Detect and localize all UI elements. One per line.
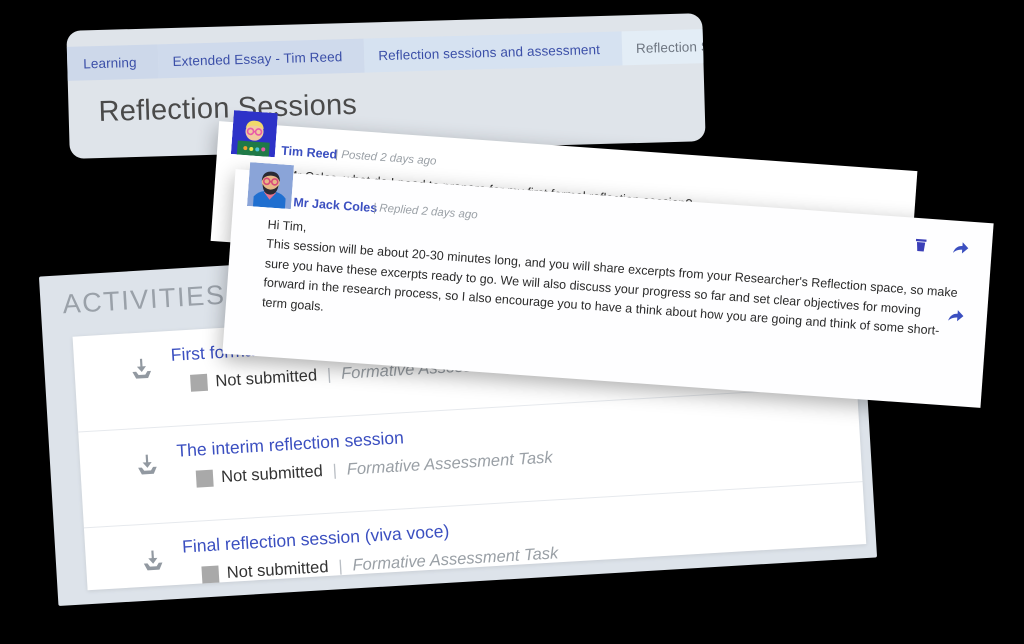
download-icon [134, 452, 161, 479]
comment-body-text: This session will be about 20-30 minutes… [261, 236, 959, 338]
activity-status-text: Not submitted [226, 557, 329, 582]
meta-separator: | [332, 461, 338, 480]
meta-separator: | [337, 557, 344, 575]
student-avatar [230, 110, 278, 158]
breadcrumb-item-reflection-sessions-assessment[interactable]: Reflection sessions and assessment [363, 31, 623, 73]
breadcrumb-item-learning[interactable]: Learning [66, 44, 160, 81]
activity-title-link[interactable]: Final reflection session (viva voce) [182, 521, 450, 558]
screenshot-stage: Learning Extended Essay - Tim Reed Refle… [0, 0, 1024, 644]
assessment-type-label: Formative Assessment Task [346, 448, 554, 479]
teacher-avatar [246, 162, 295, 210]
comment-author: Mr Jack Coles [292, 195, 378, 216]
breadcrumb: Learning Extended Essay - Tim Reed Refle… [66, 27, 706, 81]
comment-timestamp: | Replied 2 days ago [372, 202, 478, 222]
reply-arrow-icon[interactable] [946, 306, 965, 325]
comment-author: Tim Reed [280, 143, 338, 162]
download-icon [128, 356, 155, 383]
breadcrumb-label: Reflection Sessions [635, 37, 706, 56]
download-icon [139, 548, 166, 575]
assessment-type-label: Formative Assessment Task [352, 544, 559, 575]
status-badge [201, 565, 220, 584]
activity-title-link[interactable]: The interim reflection session [176, 427, 404, 461]
meta-separator: | [326, 365, 332, 384]
comment-greeting: Hi Tim, [267, 217, 307, 235]
breadcrumb-item-current: Reflection Sessions [621, 27, 706, 66]
breadcrumb-label: Extended Essay - Tim Reed [172, 48, 343, 69]
breadcrumb-label: Reflection sessions and assessment [378, 41, 601, 63]
status-badge [195, 469, 214, 488]
activities-section-title: ACTIVITIES [61, 279, 227, 320]
activity-status-text: Not submitted [220, 462, 324, 487]
breadcrumb-chevron-icon [608, 31, 623, 65]
breadcrumb-item-extended-essay[interactable]: Extended Essay - Tim Reed [158, 38, 365, 79]
activity-status-text: Not submitted [214, 366, 318, 391]
breadcrumb-label: Learning [83, 54, 137, 71]
breadcrumb-chevron-icon [144, 44, 159, 78]
breadcrumb-chevron-icon [350, 39, 365, 73]
status-badge [190, 373, 209, 392]
reply-arrow-icon[interactable] [951, 238, 970, 257]
trash-icon[interactable] [911, 236, 930, 255]
comment-timestamp: | Posted 2 days ago [334, 148, 437, 168]
comment-body: Hi Tim, This session will be about 20-30… [261, 216, 966, 363]
